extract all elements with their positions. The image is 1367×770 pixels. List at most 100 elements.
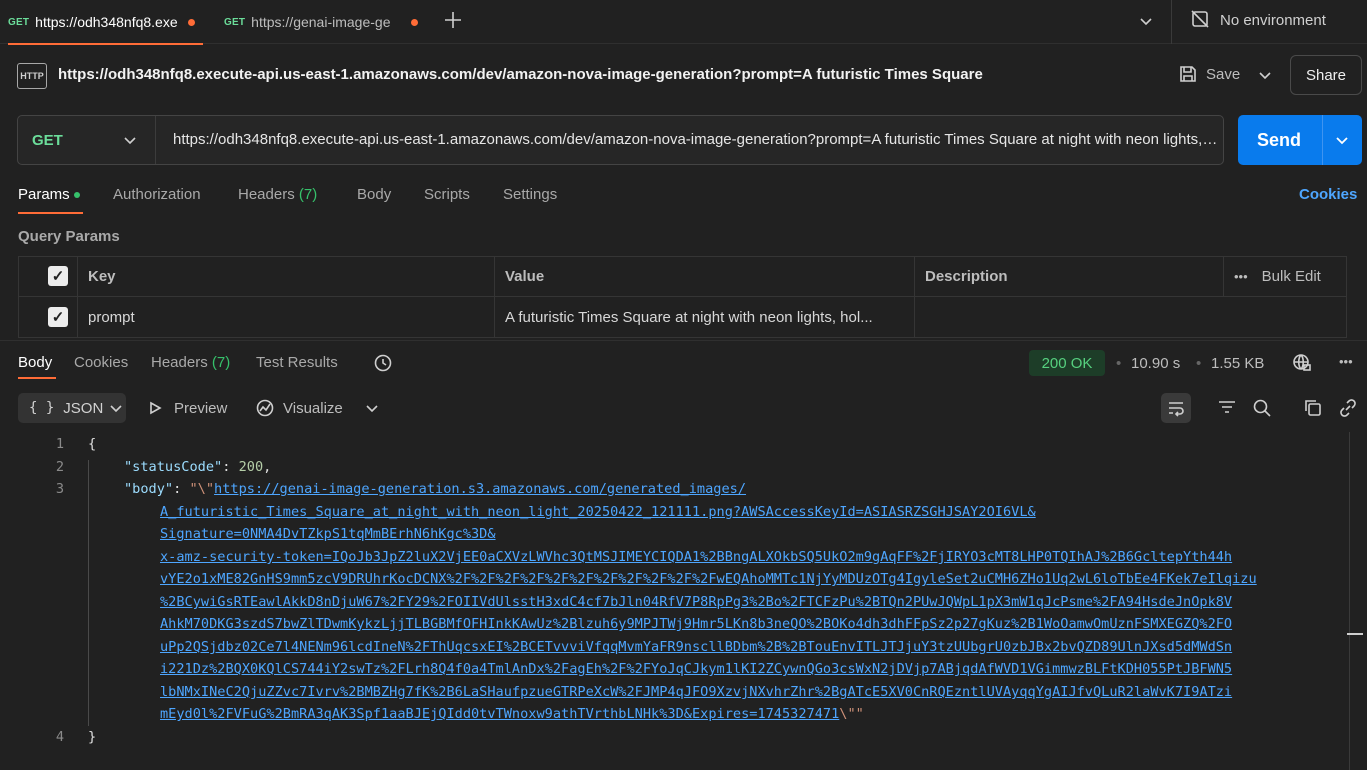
url-segment[interactable]: A_futuristic_Times_Square_at_night_with_…	[160, 504, 1036, 520]
column-key: Key	[77, 256, 495, 297]
meta-separator: •	[1116, 355, 1122, 372]
url-input[interactable]: https://odh348nfq8.execute-api.us-east-1…	[173, 131, 1218, 148]
param-description[interactable]	[914, 296, 1347, 338]
response-more-icon[interactable]: •••	[1339, 354, 1353, 369]
braces-icon: { }	[29, 400, 55, 416]
send-divider	[1322, 115, 1323, 165]
tab-method: GET	[8, 16, 30, 28]
response-tab-headers[interactable]: Headers (7)	[151, 354, 230, 371]
response-tab-cookies[interactable]: Cookies	[74, 354, 128, 371]
send-options-chevron-icon[interactable]	[1334, 132, 1350, 148]
line-number: 1	[55, 436, 64, 452]
scrollbar-track[interactable]	[1349, 432, 1350, 770]
response-time: 10.90 s	[1131, 355, 1181, 372]
network-globe-icon[interactable]	[1292, 353, 1312, 376]
tabs-dropdown-chevron-icon[interactable]	[1137, 12, 1155, 33]
column-value: Value	[494, 256, 915, 297]
save-options-chevron-icon[interactable]	[1256, 66, 1274, 87]
copy-icon[interactable]	[1303, 398, 1323, 421]
url-segment[interactable]: %2BCywiGsRTEawlAkkD8nDjuW67%2FY29%2FOIIV…	[160, 594, 1232, 610]
search-icon[interactable]	[1252, 398, 1272, 421]
history-icon[interactable]	[373, 353, 393, 376]
status-code-value: 200	[238, 459, 264, 475]
response-divider[interactable]	[0, 340, 1367, 341]
link-icon[interactable]	[1338, 398, 1358, 421]
body-key: "body"	[124, 481, 174, 497]
url-segment[interactable]: vYE2o1xME82GnHS9mm5zcV9DRUhrKocDCNX%2F%2…	[160, 571, 1257, 587]
method-label: GET	[32, 131, 63, 149]
tab-headers[interactable]: Headers (7)	[238, 186, 317, 203]
preview-label: Preview	[174, 399, 228, 417]
more-options-icon[interactable]: •••	[1234, 269, 1248, 284]
url-segment[interactable]: Signature=0NMA4DvTZkpS1tqMmBErhN6hKgc%3D…	[160, 526, 496, 542]
url-bar: GET https://odh348nfq8.execute-api.us-ea…	[17, 115, 1224, 165]
url-segment[interactable]: lbNMxINeC2QjuZZvc7Ivrv%2BMBZHg7fK%2B6LaS…	[160, 684, 1232, 700]
body-suffix: \""	[839, 706, 864, 722]
tab-params-label: Params	[18, 186, 70, 203]
headers-count: (7)	[298, 186, 318, 203]
select-all-checkbox[interactable]: ✓	[48, 266, 68, 286]
tab-label: https://genai-image-ge	[251, 14, 391, 30]
response-tab-test-results[interactable]: Test Results	[256, 354, 338, 371]
meta-separator: •	[1196, 355, 1202, 372]
format-chevron-icon	[110, 405, 122, 413]
url-segment[interactable]: AhkM70DKG3szdS7bwZlTDwmKykzLjjTLBGBMfOFH…	[160, 616, 1232, 632]
response-tab-underline	[18, 377, 56, 379]
save-button[interactable]: Save	[1206, 66, 1240, 83]
share-button[interactable]: Share	[1290, 55, 1362, 95]
scrollbar-marker	[1347, 633, 1363, 635]
url-segment[interactable]: i221Dz%2BQX0KQlCS744iY2swTz%2FLrh8Q4f0a4…	[160, 661, 1232, 677]
save-icon[interactable]	[1178, 64, 1198, 87]
line-number: 4	[55, 729, 64, 745]
tab-settings[interactable]: Settings	[503, 186, 557, 203]
request-title[interactable]: https://odh348nfq8.execute-api.us-east-1…	[58, 66, 983, 83]
response-body-viewer[interactable]: 1 2 3 4 { "statusCode": 200, "body": "\"…	[0, 432, 1345, 770]
status-code-key: "statusCode"	[124, 459, 223, 475]
wrap-lines-icon	[1169, 402, 1184, 417]
row-checkbox[interactable]: ✓	[48, 307, 68, 327]
response-headers-count: (7)	[211, 354, 231, 371]
cookies-link[interactable]: Cookies	[1299, 186, 1357, 203]
format-select[interactable]: { } JSON	[18, 393, 126, 423]
status-badge: 200 OK	[1029, 350, 1105, 376]
param-value[interactable]: A futuristic Times Square at night with …	[494, 296, 915, 338]
response-headers-label: Headers	[151, 354, 208, 371]
visualize-button[interactable]: Visualize	[255, 393, 379, 423]
filter-icon[interactable]	[1217, 398, 1237, 421]
row-select-cell: ✓	[18, 296, 78, 338]
environment-selector[interactable]: No environment	[1220, 12, 1326, 29]
tab-params[interactable]: Params	[18, 186, 80, 203]
url-segment[interactable]: uPp2QSjdbz02Ce7l4NENm96lcdIneN%2FThUqcsx…	[160, 639, 1232, 655]
bulk-edit-button[interactable]: Bulk Edit	[1262, 268, 1321, 285]
body-prefix: "\"	[189, 481, 215, 497]
tab-body[interactable]: Body	[357, 186, 391, 203]
visualize-chevron-icon[interactable]	[365, 401, 379, 415]
url-segment[interactable]: x-amz-security-token=IQoJb3JpZ2luX2VjEE0…	[160, 549, 1232, 565]
response-size: 1.55 KB	[1211, 355, 1265, 372]
no-environment-icon	[1190, 9, 1210, 32]
url-segment[interactable]: mEyd0l%2FVFuG%2BmRA3qAK3Spf1aaBJEjQIdd0t…	[160, 706, 839, 722]
send-label: Send	[1257, 130, 1302, 150]
divider	[1171, 0, 1172, 44]
response-tab-body[interactable]: Body	[18, 354, 52, 371]
new-tab-plus-icon[interactable]	[443, 10, 463, 33]
tab-scripts[interactable]: Scripts	[424, 186, 470, 203]
play-icon	[150, 401, 162, 415]
request-tab-2[interactable]: GET https://genai-image-ge	[224, 0, 420, 44]
preview-button[interactable]: Preview	[148, 393, 227, 423]
method-select[interactable]: GET	[18, 116, 156, 164]
visualize-label: Visualize	[283, 399, 343, 417]
method-chevron-icon	[124, 137, 136, 145]
send-button[interactable]: Send	[1238, 115, 1362, 165]
url-segment[interactable]: https://genai-image-generation.s3.amazon…	[214, 481, 746, 497]
param-key[interactable]: prompt	[77, 296, 495, 338]
request-tab-1[interactable]: GET https://odh348nfq8.exe	[8, 0, 203, 45]
tab-authorization[interactable]: Authorization	[113, 186, 201, 203]
format-label: JSON	[63, 399, 104, 417]
wrap-lines-button[interactable]	[1161, 393, 1191, 423]
request-tab-bar: GET https://odh348nfq8.exe GET https://g…	[0, 0, 1367, 45]
column-description: Description	[914, 256, 1224, 297]
request-title-row: HTTP https://odh348nfq8.execute-api.us-e…	[0, 44, 1367, 106]
visualize-icon	[256, 399, 274, 417]
line-number: 2	[55, 459, 64, 475]
